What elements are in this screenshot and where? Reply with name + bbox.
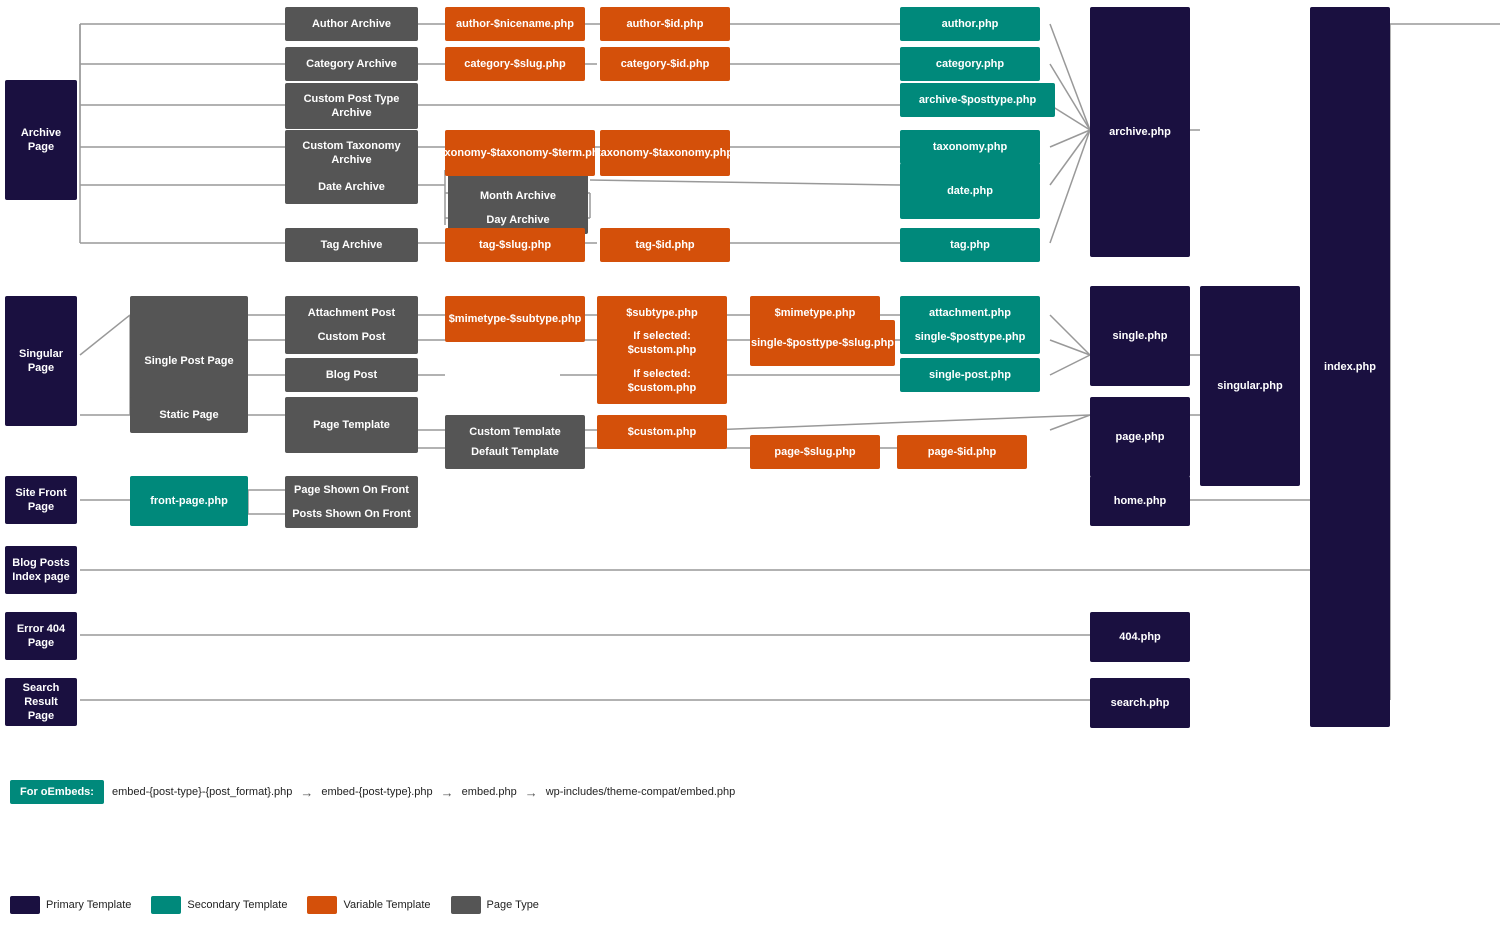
legend-item-secondary: Secondary Template [151, 896, 287, 914]
legend-box-secondary [151, 896, 181, 914]
category-php-node: category.php [900, 47, 1040, 81]
legend: Primary Template Secondary Template Vari… [10, 896, 539, 914]
author-nicename-node: author-$nicename.php [445, 7, 585, 41]
search-php-node: search.php [1090, 678, 1190, 728]
archive-posttype-node: archive-$posttype.php [900, 83, 1055, 117]
author-id-node: author-$id.php [600, 7, 730, 41]
single-posttype-node: single-$posttype.php [900, 320, 1040, 354]
author-php-node: author.php [900, 7, 1040, 41]
embed-php: embed.php [462, 786, 517, 798]
legend-box-primary [10, 896, 40, 914]
static-page-node: Static Page [130, 397, 248, 433]
embed-post-type-format: embed-{post-type}-{post_format}.php [112, 786, 292, 798]
site-front-page-node: Site Front Page [5, 476, 77, 524]
mimetype-subtype-node: $mimetype-$subtype.php [445, 296, 585, 342]
embed-post-type: embed-{post-type}.php [321, 786, 432, 798]
single-php-node: single.php [1090, 286, 1190, 386]
legend-box-page-type [451, 896, 481, 914]
posts-shown-on-front-node: Posts Shown On Front [285, 500, 418, 528]
page-template-node: Page Template [285, 397, 418, 453]
tag-php-node: tag.php [900, 228, 1040, 262]
for-oembeds-label: For oEmbeds: [10, 780, 104, 804]
default-template-node: Default Template [445, 435, 585, 469]
arrow2: → [441, 785, 454, 800]
legend-box-variable [307, 896, 337, 914]
legend-item-page-type: Page Type [451, 896, 539, 914]
tag-id-node: tag-$id.php [600, 228, 730, 262]
single-post-node: single-post.php [900, 358, 1040, 392]
page-slug-node: page-$slug.php [750, 435, 880, 469]
diagram-container: Archive Page Singular Page Site Front Pa… [0, 0, 1500, 934]
wp-includes-embed: wp-includes/theme-compat/embed.php [546, 786, 736, 798]
blog-post-node: Blog Post [285, 358, 418, 392]
page-id-node: page-$id.php [897, 435, 1027, 469]
tag-archive-node: Tag Archive [285, 228, 418, 262]
category-slug-node: category-$slug.php [445, 47, 585, 81]
author-archive-node: Author Archive [285, 7, 418, 41]
if-selected-custom-blog-node: If selected: $custom.php [597, 358, 727, 404]
legend-label-secondary: Secondary Template [187, 899, 287, 911]
singular-php-node: singular.php [1200, 286, 1300, 486]
archive-php-node: archive.php [1090, 7, 1190, 257]
arrow1: → [300, 785, 313, 800]
front-page-php-node: front-page.php [130, 476, 248, 526]
home-php-node: home.php [1090, 476, 1190, 526]
legend-label-primary: Primary Template [46, 899, 131, 911]
category-archive-node: Category Archive [285, 47, 418, 81]
taxonomy-taxonomy-node: taxonomy-$taxonomy.php [600, 130, 730, 176]
legend-label-page-type: Page Type [487, 899, 539, 911]
custom-post-type-archive-node: Custom Post Type Archive [285, 83, 418, 129]
custom-php-node: $custom.php [597, 415, 727, 449]
singular-page-node: Singular Page [5, 296, 77, 426]
category-id-node: category-$id.php [600, 47, 730, 81]
single-posttype-slug-node: single-$posttype-$slug.php [750, 320, 895, 366]
not-found-404-node: 404.php [1090, 612, 1190, 662]
embed-row: For oEmbeds: embed-{post-type}-{post_for… [10, 780, 735, 804]
error-404-page-node: Error 404 Page [5, 612, 77, 660]
taxonomy-php-node: taxonomy.php [900, 130, 1040, 164]
legend-item-variable: Variable Template [307, 896, 430, 914]
search-result-page-node: Search Result Page [5, 678, 77, 726]
page-php-node: page.php [1090, 397, 1190, 477]
taxonomy-taxonomy-term-node: taxonomy-$taxonomy-$term.php [445, 130, 595, 176]
blog-posts-index-node: Blog Posts Index page [5, 546, 77, 594]
legend-item-primary: Primary Template [10, 896, 131, 914]
tag-slug-node: tag-$slug.php [445, 228, 585, 262]
custom-post-node: Custom Post [285, 320, 418, 354]
date-php-node: date.php [900, 163, 1040, 219]
legend-label-variable: Variable Template [343, 899, 430, 911]
arrow3: → [525, 785, 538, 800]
index-php-node: index.php [1310, 7, 1390, 727]
archive-page-node: Archive Page [5, 80, 77, 200]
date-archive-node: Date Archive [285, 170, 418, 204]
